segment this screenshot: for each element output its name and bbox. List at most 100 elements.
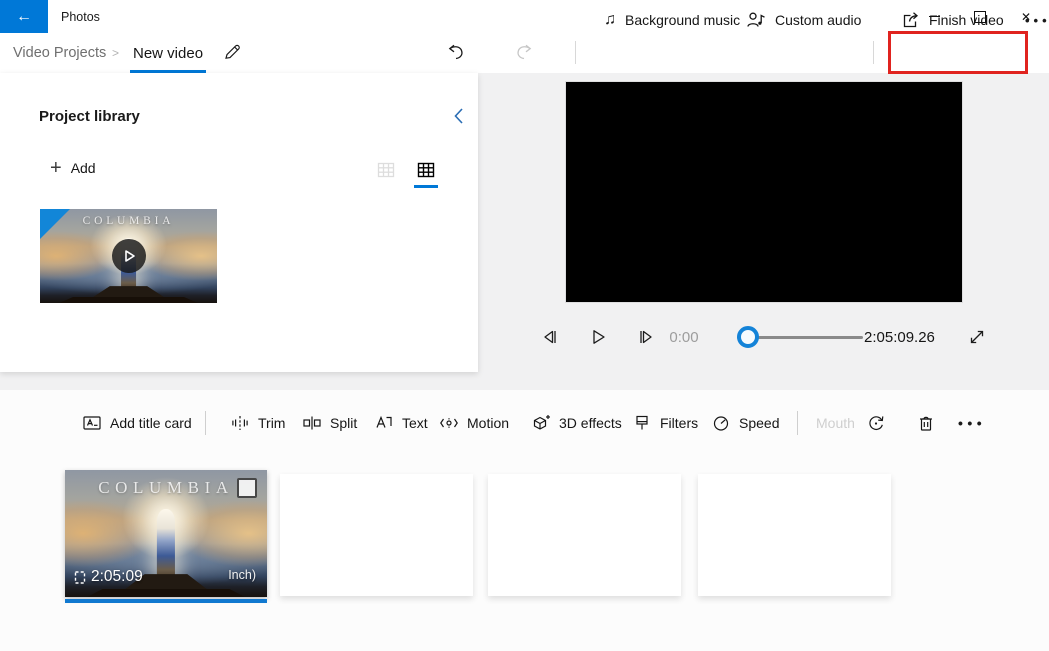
delete-clip-button[interactable] bbox=[916, 409, 936, 437]
title-card-icon bbox=[83, 416, 101, 430]
edit-toolbar-divider bbox=[797, 411, 798, 435]
filters-icon bbox=[636, 415, 648, 430]
redo-button-disabled[interactable] bbox=[514, 42, 534, 62]
app-title: Photos bbox=[61, 9, 100, 24]
elapsed-time: 0:00 bbox=[669, 329, 699, 346]
trim-button[interactable]: Trim bbox=[230, 409, 285, 437]
title-bar: ← Photos ✕ bbox=[0, 0, 1049, 33]
toolbar-divider bbox=[575, 41, 576, 64]
timeline-empty-slot[interactable] bbox=[488, 474, 681, 596]
split-label: Split bbox=[330, 415, 358, 431]
next-frame-button[interactable] bbox=[632, 323, 660, 351]
video-preview-screen[interactable] bbox=[566, 82, 962, 302]
speed-icon bbox=[713, 416, 729, 431]
pedestal-base bbox=[59, 296, 198, 303]
3d-effects-button[interactable]: 3D effects bbox=[531, 409, 622, 437]
previous-frame-button[interactable] bbox=[536, 323, 564, 351]
see-more-button[interactable]: ••• bbox=[1025, 0, 1049, 40]
trim-label: Trim bbox=[258, 415, 286, 431]
grid-view-toggle-selected[interactable] bbox=[416, 160, 436, 180]
list-view-toggle[interactable] bbox=[376, 160, 396, 180]
undo-icon bbox=[448, 44, 463, 60]
filters-button[interactable]: Filters bbox=[632, 409, 698, 437]
project-library-panel: Project library + Add COLUMBIA bbox=[0, 73, 478, 372]
undo-button[interactable] bbox=[446, 42, 466, 62]
redo-icon bbox=[517, 44, 532, 60]
grid-view-selected-indicator bbox=[414, 185, 438, 188]
3d-cube-icon bbox=[533, 415, 550, 430]
timeline-empty-slot[interactable] bbox=[698, 474, 891, 596]
background-music-label: Background music bbox=[625, 12, 741, 28]
split-button[interactable]: Split bbox=[302, 409, 357, 437]
clip-duration-icon bbox=[74, 570, 86, 584]
3d-effects-label: 3D effects bbox=[559, 415, 622, 431]
timeline-clip-columbia[interactable]: COLUMBIA 2:05:09 Inch) bbox=[65, 470, 267, 597]
timeline-more-button[interactable]: ••• bbox=[958, 409, 986, 437]
rotate-button[interactable] bbox=[866, 409, 886, 437]
speed-label: Speed bbox=[739, 415, 780, 431]
add-title-card-button[interactable]: Add title card bbox=[82, 409, 192, 437]
grid-view-icon bbox=[417, 162, 435, 178]
background-music-button[interactable]: ♫ Background music bbox=[604, 0, 740, 40]
back-arrow-icon: ← bbox=[16, 7, 32, 25]
back-button[interactable]: ← bbox=[0, 0, 48, 33]
total-duration: 2:05:09.26 bbox=[864, 329, 935, 346]
add-media-button[interactable]: + Add bbox=[50, 156, 96, 180]
motion-icon bbox=[440, 418, 458, 428]
text-button[interactable]: Text bbox=[374, 409, 428, 437]
toolbar-divider bbox=[873, 41, 874, 64]
ellipsis-icon: ••• bbox=[958, 415, 987, 431]
rotate-icon bbox=[869, 416, 884, 431]
project-library-title: Project library bbox=[39, 108, 140, 125]
disabled-tool-label: Mouth bbox=[816, 409, 855, 437]
export-share-icon bbox=[903, 12, 918, 28]
next-frame-icon bbox=[640, 330, 652, 344]
filters-label: Filters bbox=[660, 415, 699, 431]
text-icon bbox=[376, 415, 392, 428]
mouth-label: Mouth bbox=[816, 415, 855, 431]
split-icon bbox=[303, 416, 321, 430]
trim-icon bbox=[232, 416, 248, 430]
clip-note-text: Inch) bbox=[228, 568, 256, 582]
play-icon bbox=[593, 330, 605, 344]
finish-video-button[interactable]: Finish video bbox=[900, 0, 1004, 40]
breadcrumb-current-project[interactable]: New video bbox=[130, 36, 207, 73]
rename-project-button[interactable] bbox=[222, 42, 242, 62]
chevron-left-icon bbox=[454, 108, 463, 124]
add-label: Add bbox=[70, 160, 96, 176]
custom-audio-button[interactable]: Custom audio bbox=[746, 0, 861, 40]
breadcrumb-video-projects[interactable]: Video Projects bbox=[13, 33, 106, 73]
play-button[interactable] bbox=[584, 323, 612, 351]
clip-duration-text: 2:05:09 bbox=[91, 568, 143, 585]
edit-toolbar-divider bbox=[205, 411, 206, 435]
fullscreen-icon bbox=[970, 330, 984, 344]
music-note-icon: ♫ bbox=[604, 11, 616, 28]
pencil-icon bbox=[225, 44, 240, 59]
list-view-icon bbox=[377, 162, 395, 178]
speed-button[interactable]: Speed bbox=[711, 409, 779, 437]
clip-select-checkbox[interactable] bbox=[237, 478, 257, 498]
text-label: Text bbox=[402, 415, 428, 431]
statue-pedestal bbox=[91, 286, 166, 299]
statue-figure bbox=[156, 509, 176, 578]
clip-duration-badge: 2:05:09 bbox=[74, 568, 143, 586]
fullscreen-button[interactable] bbox=[963, 323, 991, 351]
motion-button[interactable]: Motion bbox=[439, 409, 509, 437]
columbia-caption: COLUMBIA bbox=[82, 214, 175, 227]
library-video-thumbnail[interactable]: COLUMBIA bbox=[40, 209, 217, 303]
custom-audio-label: Custom audio bbox=[775, 12, 862, 28]
add-title-card-label: Add title card bbox=[110, 415, 192, 431]
trash-icon bbox=[920, 416, 932, 431]
previous-frame-icon bbox=[544, 330, 556, 344]
photos-app-window: ← Photos ✕ Video Projects > New video ♫ … bbox=[0, 0, 1049, 651]
play-icon bbox=[124, 250, 135, 262]
finish-video-label: Finish video bbox=[929, 12, 1004, 28]
breadcrumb-separator: > bbox=[112, 46, 120, 60]
plus-icon: + bbox=[50, 157, 62, 179]
collapse-panel-button[interactable] bbox=[448, 105, 470, 127]
timeline-empty-slot[interactable] bbox=[280, 474, 473, 596]
play-overlay-button[interactable] bbox=[111, 239, 146, 273]
seek-bar-thumb[interactable] bbox=[737, 326, 759, 348]
pedestal-base bbox=[87, 588, 245, 597]
clip-selected-indicator bbox=[65, 599, 267, 603]
